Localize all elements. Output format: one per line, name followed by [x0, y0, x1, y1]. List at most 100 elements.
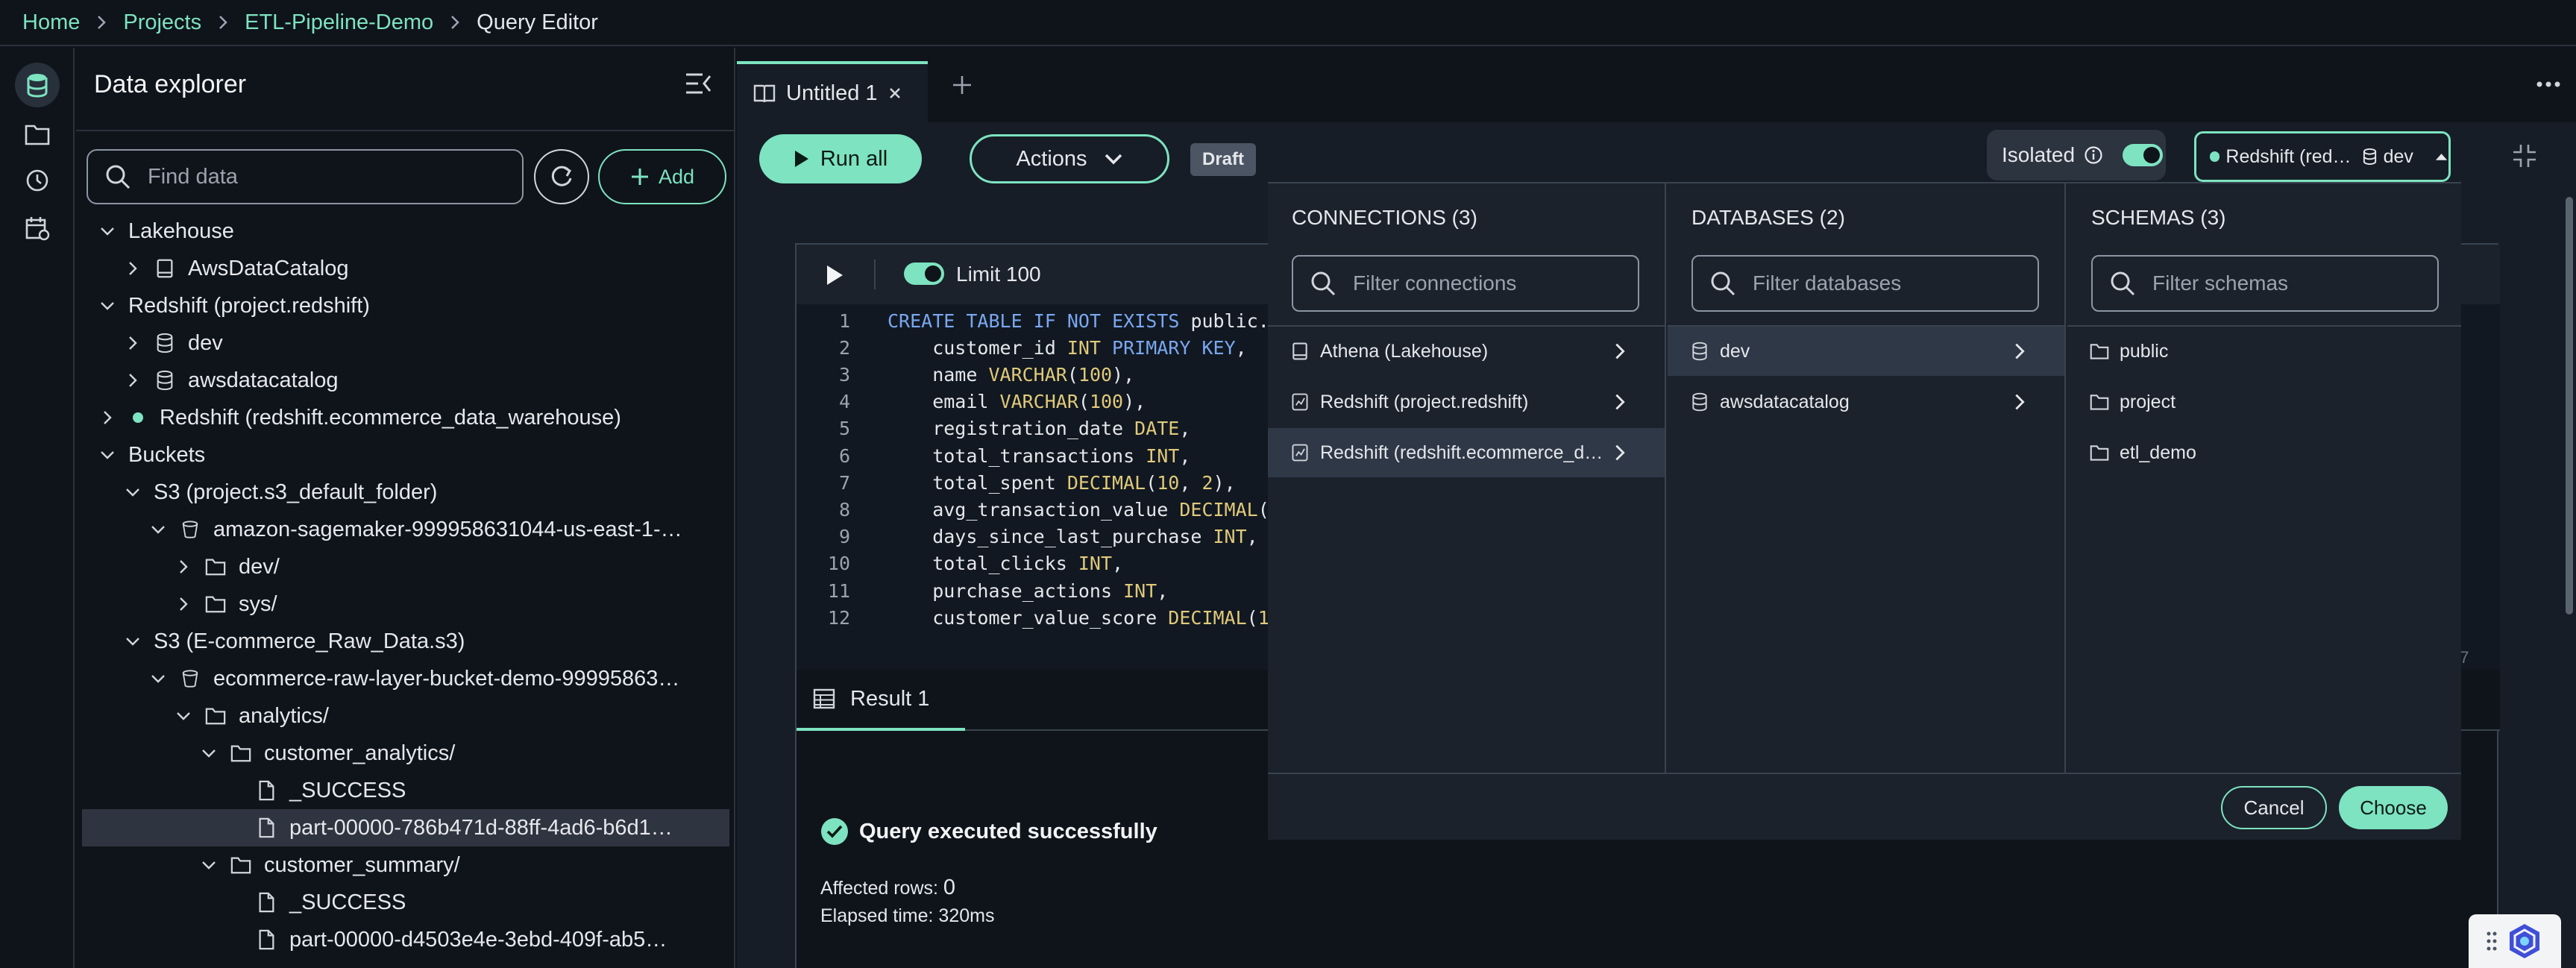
files-rail-button[interactable] — [15, 112, 60, 157]
tree-item[interactable]: _SUCCESS — [82, 884, 729, 921]
tree-item[interactable]: part-00000-786b471d-88ff-4ad6-b6d1… — [82, 809, 729, 846]
tree-item[interactable]: amazon-sagemaker-999958631044-us-east-1-… — [82, 511, 729, 548]
schedule-rail-button[interactable] — [15, 206, 60, 251]
tree-item[interactable]: customer_summary/ — [82, 846, 729, 884]
choose-button[interactable]: Choose — [2339, 786, 2448, 829]
run-cell-button[interactable] — [825, 264, 844, 286]
tree-item[interactable]: S3 (project.s3_default_folder) — [82, 474, 729, 511]
refresh-button[interactable] — [534, 149, 589, 204]
tree-item[interactable]: sys/ — [82, 585, 729, 623]
tree-item[interactable]: awsdatacatalog — [82, 362, 729, 399]
isolated-label: Isolated — [2002, 143, 2076, 166]
chevron-down-icon[interactable] — [97, 295, 118, 316]
folder-icon — [204, 705, 227, 727]
chevron-down-icon[interactable] — [173, 705, 194, 726]
tree-item-label: analytics/ — [239, 703, 329, 728]
assistant-launcher[interactable] — [2469, 914, 2561, 968]
tree-item[interactable]: Redshift (redshift.ecommerce_data_wareho… — [82, 399, 729, 436]
connection-option[interactable]: Redshift (redshift.ecommerce_d… — [1268, 428, 1665, 477]
connection-option[interactable]: Athena (Lakehouse) — [1268, 327, 1665, 376]
chevron-right-icon[interactable] — [122, 258, 143, 279]
chevron-down-icon[interactable] — [148, 668, 169, 689]
code-line: 12 customer_value_score DECIMAL(10 — [797, 604, 1281, 631]
history-rail-button[interactable] — [15, 158, 60, 203]
chevron-down-icon[interactable] — [148, 519, 169, 540]
line-number: 8 — [838, 498, 850, 521]
filter-connections-input[interactable] — [1353, 271, 1621, 295]
chevron-right-icon[interactable] — [173, 594, 194, 615]
tree-item[interactable]: _SUCCESS — [82, 772, 729, 809]
chevron-right-icon[interactable] — [122, 333, 143, 353]
info-icon[interactable] — [2084, 145, 2103, 165]
chevron-right-icon[interactable] — [173, 556, 194, 577]
data-explorer-rail-button[interactable] — [15, 63, 60, 107]
schema-option[interactable]: public — [2067, 327, 2461, 376]
filter-connections[interactable] — [1292, 255, 1639, 312]
run-all-button[interactable]: Run all — [759, 134, 922, 183]
option-label: public — [2120, 340, 2169, 362]
actions-label: Actions — [1016, 146, 1087, 171]
code-text: CREATE TABLE IF NOT EXISTS public.c — [888, 309, 1281, 332]
collapse-editor-icon[interactable] — [2512, 143, 2537, 169]
drag-handle-icon[interactable] — [2486, 930, 2498, 952]
add-button[interactable]: Add — [598, 149, 726, 204]
plus-icon — [953, 76, 971, 94]
tree-item[interactable]: dev/ — [82, 548, 729, 585]
tree-item[interactable]: S3 (E-commerce_Raw_Data.s3) — [82, 623, 729, 660]
tree-item-label: awsdatacatalog — [188, 368, 339, 392]
tree-item[interactable]: customer_analytics/ — [82, 735, 729, 772]
chevron-right-icon — [218, 14, 228, 31]
limit-toggle[interactable] — [904, 263, 944, 285]
filter-schemas[interactable] — [2091, 255, 2439, 312]
activity-rail — [0, 48, 75, 968]
tab-result-1[interactable]: Result 1 — [797, 670, 965, 731]
tree-item[interactable]: part-00000-d4503e4e-3ebd-409f-ab5… — [82, 921, 729, 958]
collapse-panel-icon[interactable] — [685, 72, 713, 95]
breadcrumb-home[interactable]: Home — [22, 10, 80, 35]
filter-databases-input[interactable] — [1753, 271, 2021, 295]
chevron-down-icon[interactable] — [122, 631, 143, 652]
chevron-down-icon[interactable] — [198, 743, 219, 764]
chevron-down-icon[interactable] — [122, 482, 143, 503]
connection-option[interactable]: Redshift (project.redshift) — [1268, 377, 1665, 427]
search-icon — [2111, 271, 2135, 296]
database-option[interactable]: dev — [1668, 327, 2064, 376]
schema-option[interactable]: etl_demo — [2067, 428, 2461, 477]
actions-dropdown[interactable]: Actions — [970, 134, 1169, 183]
chevron-right-icon[interactable] — [97, 407, 118, 428]
tree-item[interactable]: AwsDataCatalog — [82, 250, 729, 287]
chevron-down-icon[interactable] — [198, 855, 219, 876]
close-icon[interactable] — [888, 87, 902, 100]
assistant-logo-icon — [2510, 924, 2539, 958]
find-data-input[interactable] — [148, 164, 491, 189]
code-text: total_transactions INT, — [888, 444, 1191, 467]
breadcrumb-project[interactable]: ETL-Pipeline-Demo — [245, 10, 433, 35]
tab-untitled-1[interactable]: Untitled 1 — [737, 61, 928, 122]
find-data-search[interactable] — [87, 149, 524, 204]
play-icon — [827, 265, 843, 285]
more-options-icon[interactable] — [2536, 81, 2561, 88]
code-line: 3 name VARCHAR(100), — [797, 361, 1134, 388]
isolated-toggle[interactable] — [2123, 144, 2164, 166]
filter-databases[interactable] — [1691, 255, 2039, 312]
database-icon — [154, 369, 176, 392]
chevron-down-icon[interactable] — [97, 444, 118, 465]
vertical-scrollbar[interactable] — [2566, 197, 2573, 615]
tree-item[interactable]: analytics/ — [82, 697, 729, 735]
tree-item-label: _SUCCESS — [289, 778, 406, 802]
tree-item[interactable]: Redshift (project.redshift) — [82, 287, 729, 324]
tree-item[interactable]: Lakehouse — [82, 213, 729, 250]
filter-schemas-input[interactable] — [2152, 271, 2421, 295]
cancel-button[interactable]: Cancel — [2221, 786, 2327, 829]
schema-option[interactable]: project — [2067, 377, 2461, 427]
chevron-right-icon[interactable] — [122, 370, 143, 391]
tree-item[interactable]: dev — [82, 324, 729, 362]
tree-item[interactable]: Buckets — [82, 436, 729, 474]
new-tab-button[interactable] — [952, 75, 973, 95]
database-option[interactable]: awsdatacatalog — [1668, 377, 2064, 427]
connection-selector[interactable]: Redshift (red… dev — [2194, 131, 2451, 182]
tree-item[interactable]: ecommerce-raw-layer-bucket-demo-99995863… — [82, 660, 729, 697]
breadcrumb-projects[interactable]: Projects — [123, 10, 201, 35]
chevron-down-icon[interactable] — [97, 221, 118, 242]
chevron-down-icon — [1105, 154, 1122, 165]
